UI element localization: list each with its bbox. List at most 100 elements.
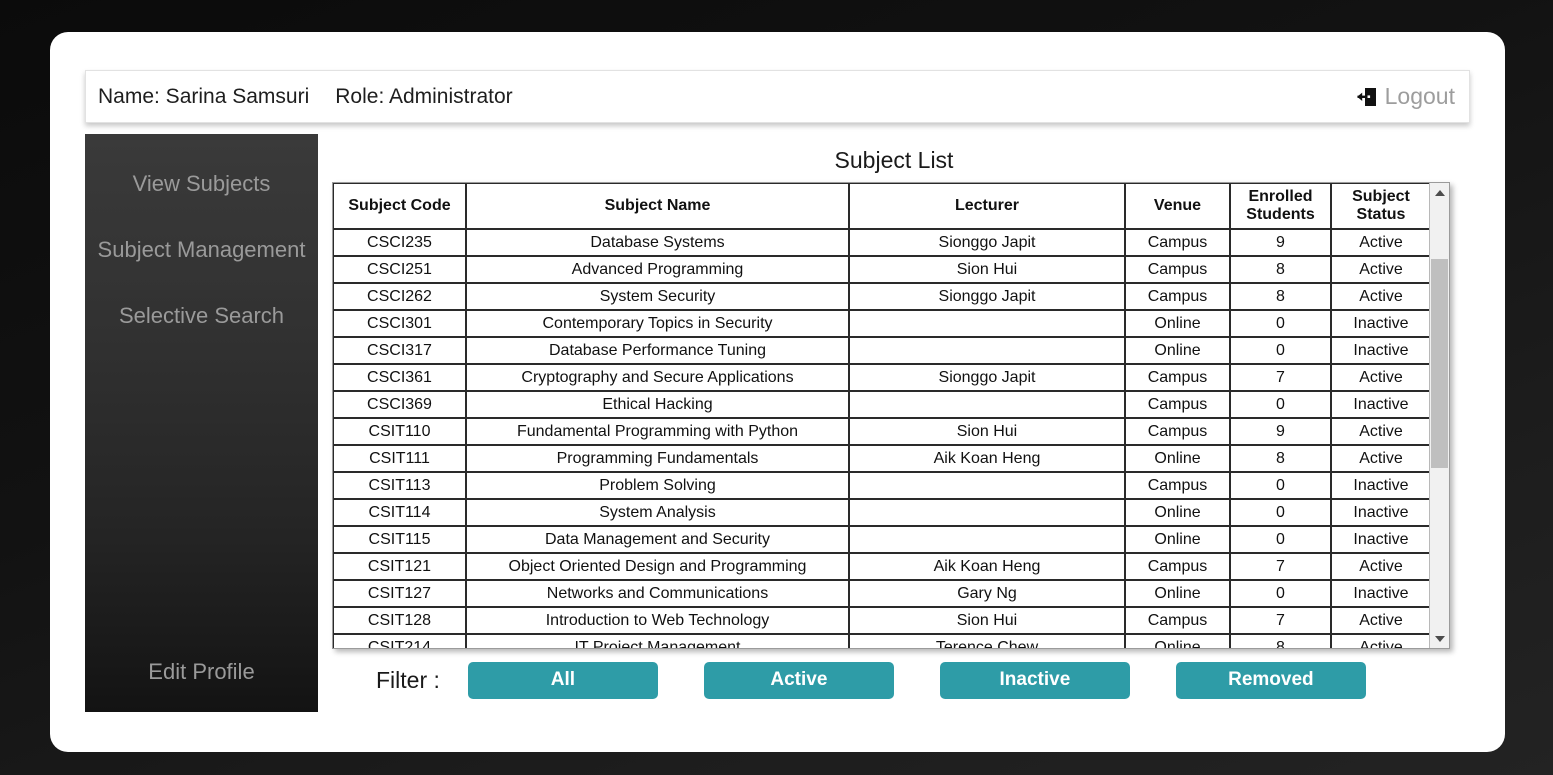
table-cell: CSCI235 — [333, 229, 466, 256]
table-cell: Cryptography and Secure Applications — [466, 364, 849, 391]
table-cell: 7 — [1230, 364, 1331, 391]
table-cell: Inactive — [1331, 526, 1429, 553]
table-cell: Online — [1125, 337, 1230, 364]
table-cell: CSIT111 — [333, 445, 466, 472]
scroll-down-button[interactable] — [1430, 629, 1449, 648]
table-row[interactable]: CSIT114 System Analysis Online 0 Inactive — [333, 499, 1429, 526]
table-row[interactable]: CSCI251 Advanced Programming Sion Hui Campu… — [333, 256, 1429, 283]
filter-button-inactive[interactable]: Inactive — [939, 661, 1130, 699]
logout-button[interactable]: Logout — [1356, 83, 1455, 110]
subject-table-viewport: Subject Code Subject Name Lecturer Venue Enr… — [333, 183, 1429, 648]
app-body: View Subjects Subject Management Selecti… — [85, 134, 1470, 712]
sidebar-item-selective-search[interactable]: Selective Search — [85, 294, 318, 338]
subject-table-container: Subject Code Subject Name Lecturer Venue Enr… — [332, 182, 1450, 649]
table-cell: Sionggo Japit — [849, 364, 1125, 391]
table-cell: CSIT128 — [333, 607, 466, 634]
table-cell: Advanced Programming — [466, 256, 849, 283]
table-cell: IT Project Management — [466, 634, 849, 648]
table-cell: Online — [1125, 499, 1230, 526]
filter-button-active[interactable]: Active — [703, 661, 894, 699]
subject-table-head: Subject Code Subject Name Lecturer Venue Enr… — [333, 183, 1429, 229]
table-cell: Online — [1125, 310, 1230, 337]
table-cell: 9 — [1230, 229, 1331, 256]
table-cell: 0 — [1230, 526, 1331, 553]
table-cell: Campus — [1125, 418, 1230, 445]
table-cell: Inactive — [1331, 310, 1429, 337]
table-cell: Database Performance Tuning — [466, 337, 849, 364]
table-cell: Campus — [1125, 472, 1230, 499]
vertical-scrollbar[interactable] — [1429, 183, 1449, 648]
table-cell: Sion Hui — [849, 256, 1125, 283]
table-cell: CSIT214 — [333, 634, 466, 648]
table-cell: Inactive — [1331, 580, 1429, 607]
column-header: Subject Name — [466, 183, 849, 229]
table-cell: CSCI317 — [333, 337, 466, 364]
scrollbar-thumb[interactable] — [1431, 259, 1448, 468]
table-row[interactable]: CSCI361 Cryptography and Secure Applicati… — [333, 364, 1429, 391]
table-cell: Active — [1331, 256, 1429, 283]
table-row[interactable]: CSIT127 Networks and Communications Gary N… — [333, 580, 1429, 607]
table-cell: Inactive — [1331, 337, 1429, 364]
table-row[interactable]: CSIT214 IT Project Management Terence Chew… — [333, 634, 1429, 648]
content-pane: Subject List Subject Code Subject Name Lec… — [318, 134, 1470, 712]
table-cell: Active — [1331, 364, 1429, 391]
subject-table-body: CSCI235 Database Systems Sionggo Japit Camp… — [333, 229, 1429, 648]
table-cell: Campus — [1125, 553, 1230, 580]
table-cell: Active — [1331, 634, 1429, 648]
table-cell: Online — [1125, 445, 1230, 472]
table-row[interactable]: CSCI369 Ethical Hacking Campus 0 Inactive — [333, 391, 1429, 418]
table-cell: Sion Hui — [849, 418, 1125, 445]
table-cell: Contemporary Topics in Security — [466, 310, 849, 337]
filter-button-all[interactable]: All — [467, 661, 658, 699]
table-row[interactable]: CSIT121 Object Oriented Design and Progra… — [333, 553, 1429, 580]
sidebar-item-view-subjects[interactable]: View Subjects — [85, 162, 318, 206]
table-cell: CSCI369 — [333, 391, 466, 418]
table-cell: CSCI251 — [333, 256, 466, 283]
table-cell — [849, 472, 1125, 499]
table-cell: Aik Koan Heng — [849, 445, 1125, 472]
filter-button-removed[interactable]: Removed — [1175, 661, 1366, 699]
table-cell: Database Systems — [466, 229, 849, 256]
table-cell: Introduction to Web Technology — [466, 607, 849, 634]
table-cell: Campus — [1125, 283, 1230, 310]
table-row[interactable]: CSIT128 Introduction to Web Technology Sio… — [333, 607, 1429, 634]
table-cell: Inactive — [1331, 472, 1429, 499]
table-cell: CSIT115 — [333, 526, 466, 553]
scroll-up-button[interactable] — [1430, 183, 1449, 202]
sidebar-item-edit-profile[interactable]: Edit Profile — [85, 650, 318, 694]
column-header: Subject Status — [1331, 183, 1429, 229]
sidebar-item-subject-management[interactable]: Subject Management — [85, 228, 318, 272]
table-cell: 7 — [1230, 553, 1331, 580]
column-header: Venue — [1125, 183, 1230, 229]
page-title: Subject List — [834, 147, 954, 173]
app-window: Name: Sarina Samsuri Role: Administrator… — [50, 32, 1505, 752]
table-row[interactable]: CSIT113 Problem Solving Campus 0 Inactive — [333, 472, 1429, 499]
table-cell: Campus — [1125, 256, 1230, 283]
table-cell: Ethical Hacking — [466, 391, 849, 418]
table-row[interactable]: CSIT115 Data Management and Security Onlin… — [333, 526, 1429, 553]
column-header: Subject Code — [333, 183, 466, 229]
table-cell: Problem Solving — [466, 472, 849, 499]
table-cell: Gary Ng — [849, 580, 1125, 607]
table-cell: Active — [1331, 445, 1429, 472]
table-header-row: Subject Code Subject Name Lecturer Venue Enr… — [333, 183, 1429, 229]
table-cell — [849, 310, 1125, 337]
table-row[interactable]: CSCI301 Contemporary Topics in Security On… — [333, 310, 1429, 337]
table-row[interactable]: CSCI317 Database Performance Tuning Online… — [333, 337, 1429, 364]
table-cell: Sion Hui — [849, 607, 1125, 634]
table-row[interactable]: CSIT111 Programming Fundamentals Aik Koan … — [333, 445, 1429, 472]
table-cell: CSCI262 — [333, 283, 466, 310]
table-row[interactable]: CSIT110 Fundamental Programming with Pyth… — [333, 418, 1429, 445]
user-role-text: Role: Administrator — [335, 84, 513, 108]
table-row[interactable]: CSCI235 Database Systems Sionggo Japit Camp… — [333, 229, 1429, 256]
table-cell: 0 — [1230, 472, 1331, 499]
column-header: Lecturer — [849, 183, 1125, 229]
table-cell: Terence Chew — [849, 634, 1125, 648]
table-row[interactable]: CSCI262 System Security Sionggo Japit Campu… — [333, 283, 1429, 310]
table-cell: Inactive — [1331, 499, 1429, 526]
table-cell: Aik Koan Heng — [849, 553, 1125, 580]
table-cell: Active — [1331, 553, 1429, 580]
table-cell — [849, 526, 1125, 553]
table-cell: System Security — [466, 283, 849, 310]
top-user-bar: Name: Sarina Samsuri Role: Administrator… — [85, 70, 1470, 123]
